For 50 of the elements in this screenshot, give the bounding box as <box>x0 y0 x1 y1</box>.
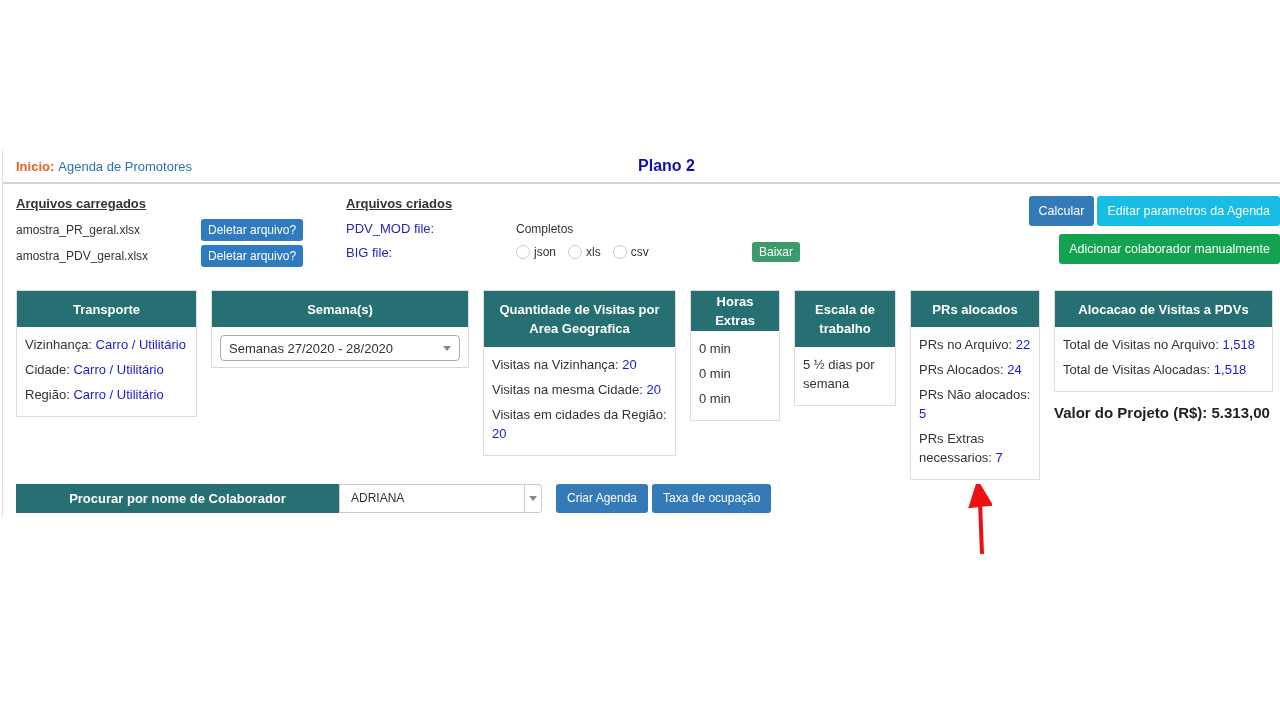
panel-header: Quantidade de Visitas por Area Geografica <box>484 291 675 347</box>
panel-text: PRs Não alocados: 5 <box>919 386 1031 423</box>
panel-text: Total de Visitas Alocadas: 1,518 <box>1063 361 1248 379</box>
search-label: Procurar por nome de Colaborador <box>16 483 339 513</box>
panel-text: PRs no Arquivo: 22 <box>919 336 1031 354</box>
action-button[interactable]: Calcular <box>1028 196 1095 226</box>
radio-label: csv <box>630 245 649 259</box>
radio-label: xls <box>586 245 601 259</box>
arrow-drawing <box>968 484 992 556</box>
delete-file-button[interactable]: Deletar arquivo? <box>201 245 304 267</box>
caret-icon <box>529 495 537 501</box>
panel-header: Alocacao de Visitas a PDVs <box>1055 291 1272 327</box>
project-value: Valor do Projeto (R$): 5.313,00 <box>1054 404 1271 421</box>
action-button[interactable]: Taxa de ocupação <box>652 483 772 513</box>
action-button[interactable]: Adicionar colaborador manualmente <box>1059 234 1280 264</box>
download-button[interactable]: Baixar <box>752 242 800 262</box>
panel-text: Vizinhança: Carro / Utilitário <box>25 336 187 354</box>
panel-header: Horas Extras <box>691 291 779 331</box>
panel-text: Região: Carro / Utilitário <box>25 386 165 404</box>
caret-icon <box>443 345 451 351</box>
breadcrumb-link[interactable]: Agenda de Promotores <box>58 158 192 174</box>
panel-header: Semana(s) <box>212 291 468 327</box>
week-select[interactable]: Semanas 27/2020 - 28/2020 <box>220 335 460 361</box>
page-title: Plano 2 <box>637 157 695 175</box>
panel-header: PRs alocados <box>911 291 1039 327</box>
file-status: Completos <box>516 221 575 236</box>
action-button[interactable]: Criar Agenda <box>556 483 649 513</box>
panel-text: PRs Alocados: 24 <box>919 361 1023 379</box>
collaborator-select[interactable]: ADRIANA <box>339 483 542 513</box>
breadcrumb-label: Inicio: <box>16 158 55 174</box>
file-name: amostra_PR_geral.xlsx <box>16 223 142 237</box>
section-heading: Arquivos criados <box>346 196 454 211</box>
panel-text: Total de Visitas no Arquivo: 1,518 <box>1063 336 1257 354</box>
panel-text: 0 min <box>699 340 732 358</box>
panel-text: PRs Extras necessarios: 7 <box>919 430 1004 467</box>
panel-text: 0 min <box>699 365 732 383</box>
delete-file-button[interactable]: Deletar arquivo? <box>201 219 304 241</box>
file-link[interactable]: PDV_MOD file: <box>346 221 516 236</box>
panel-header: Escala de trabalho <box>795 291 895 347</box>
panel-text: Cidade: Carro / Utilitário <box>25 361 165 379</box>
file-link[interactable]: BIG file: <box>346 244 516 260</box>
panel-header: Transporte <box>17 291 196 327</box>
panel-text: 0 min <box>699 390 732 408</box>
radio-label: json <box>534 245 556 259</box>
panel-text: Visitas em cidades da Região: 20 <box>492 406 667 443</box>
section-heading: Arquivos carregados <box>16 196 148 211</box>
panel-text: Visitas na Vizinhança: 20 <box>492 356 638 374</box>
panel-text: Visitas na mesma Cidade: 20 <box>492 381 662 399</box>
panel-text: 5 ½ dias por semana <box>803 356 876 393</box>
file-name: amostra_PDV_geral.xlsx <box>16 249 150 263</box>
